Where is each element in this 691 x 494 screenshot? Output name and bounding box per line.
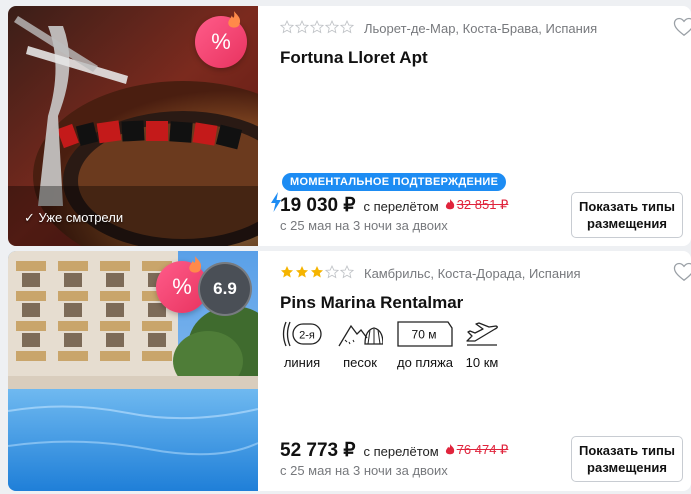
star-empty-icon [280,20,294,34]
star-filled-icon [280,266,294,278]
old-price: 32 851 ₽ [445,197,509,213]
hotel-name[interactable]: Fortuna Lloret Apt [280,48,428,68]
distance-icon: 70 м [397,321,453,347]
trip-dates: с 25 мая на 3 ночи за двоих [280,463,448,478]
instant-confirmation-badge: МОМЕНТАЛЬНОЕ ПОДТВЕРЖДЕНИЕ [282,173,507,191]
price: 52 773 ₽ [280,440,356,461]
old-price-value: 76 474 ₽ [456,442,509,457]
with-flight-label: с перелётом [363,199,439,214]
old-price-value: 32 851 ₽ [456,197,509,212]
beach-distance-value: 70 м [412,328,437,342]
hotel-name[interactable]: Pins Marina Rentalmar [280,293,463,313]
with-flight-label: с перелётом [363,444,439,459]
beach-line-value: 2-я [299,330,315,342]
old-price: 76 474 ₽ [445,442,509,458]
star-empty-icon [325,265,339,279]
beach-line-icon: 2-я [282,321,322,347]
hotel-stars [280,265,354,281]
trip-dates: с 25 мая на 3 ночи за двоих [280,218,448,233]
feature-airport-distance: 10 км [464,319,500,370]
favorite-heart-icon[interactable] [673,17,691,37]
hotel-photo[interactable]: % ✓ Уже смотрели [8,6,258,246]
star-empty-icon [340,265,354,279]
rating-badge: 6.9 [198,262,252,316]
hotel-card[interactable]: % ✓ Уже смотрели Льорет-де-Мар, Коста-Бр… [8,6,691,246]
star-empty-icon [340,20,354,34]
beach-type-label: песок [343,355,377,370]
star-filled-icon [310,266,324,278]
star-empty-icon [310,20,324,34]
beach-line-label: линия [283,355,321,370]
show-room-types-button[interactable]: Показать типы размещения [571,192,683,238]
flame-icon [228,11,241,28]
discount-label: % [211,29,231,54]
seen-label: ✓ Уже смотрели [24,210,124,225]
flame-icon [445,199,454,210]
beach-distance-label: до пляжа [396,355,454,370]
favorite-heart-icon[interactable] [673,262,691,282]
feature-beach-distance: 70 м до пляжа [392,319,458,370]
price: 19 030 ₽ [280,195,356,216]
sand-shell-icon [338,324,383,347]
airport-distance-label: 10 км [465,355,499,370]
hotel-location: Камбрильс, Коста-Дорада, Испания [364,266,581,281]
flame-icon [445,444,454,455]
hotel-photo[interactable]: % 6.9 [8,251,258,491]
feature-beach-line: 2-я линия [280,319,324,370]
price-row: 52 773 ₽ с перелётом 76 474 ₽ [280,439,508,462]
star-filled-icon [295,266,309,278]
discount-label: % [172,274,192,299]
star-empty-icon [295,20,309,34]
hotel-card[interactable]: % 6.9 Камбрильс, Коста-Дорада, Испания P… [8,251,691,491]
discount-badge: % [195,11,247,68]
feature-beach-type: песок [336,319,384,370]
airplane-icon [466,322,498,346]
show-room-types-button[interactable]: Показать типы размещения [571,436,683,482]
hotel-stars [280,20,354,36]
star-empty-icon [325,20,339,34]
hotel-location: Льорет-де-Мар, Коста-Брава, Испания [364,21,598,36]
price-row: 19 030 ₽ с перелётом 32 851 ₽ [280,194,508,217]
